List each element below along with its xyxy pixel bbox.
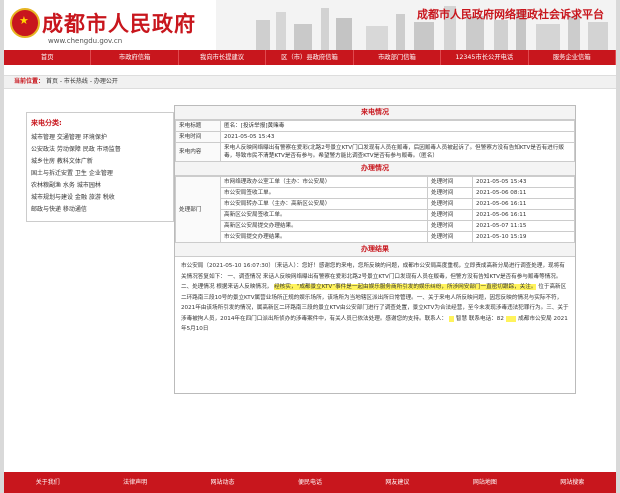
handling-step: 市公安局签收工单。 xyxy=(220,187,428,199)
call-info-table: 来电标题 匿名：[投诉举报]黄赌毒 来电时间 2021-05-05 15:43 … xyxy=(175,120,575,162)
handling-time: 2021-05-06 08:11 xyxy=(472,187,575,199)
dept-label: 处理部门 xyxy=(175,176,221,243)
handling-time-label: 处理时间 xyxy=(427,220,473,232)
site-url: www.chengdu.gov.cn xyxy=(48,37,123,45)
footer-legal[interactable]: 法律声明 xyxy=(91,472,178,493)
handling-heading: 办理情况 xyxy=(175,162,575,176)
footer-news[interactable]: 网站动态 xyxy=(179,472,266,493)
title-label: 来电标题 xyxy=(175,120,221,132)
nav-department-mailbox[interactable]: 市政部门信箱 xyxy=(354,50,442,65)
time-label: 来电时间 xyxy=(175,131,221,143)
handling-time-label: 处理时间 xyxy=(427,198,473,210)
result-heading: 办理结果 xyxy=(175,243,575,257)
contact-phone-redacted xyxy=(505,315,517,322)
handling-step: 市公安局提交办理结果。 xyxy=(220,231,428,243)
handling-time-label: 处理时间 xyxy=(427,231,473,243)
nav-mayor-suggestion[interactable]: 我向市长提建议 xyxy=(179,50,267,65)
nav-12345-hotline[interactable]: 12345市长公开电话 xyxy=(441,50,529,65)
title-value: 匿名：[投诉举报]黄赌毒 xyxy=(220,120,575,132)
category-row[interactable]: 农林粮副渔 水务 城市园林 xyxy=(31,180,169,192)
handling-step: 市公安局转办工单（主办：高新区公安局） xyxy=(220,198,428,210)
site-title[interactable]: 成都市人民政府 xyxy=(42,8,196,38)
call-info-heading: 来电情况 xyxy=(175,106,575,120)
footer-search[interactable]: 网站搜索 xyxy=(529,472,616,493)
handling-time-label: 处理时间 xyxy=(427,209,473,221)
handling-time: 2021-05-07 11:15 xyxy=(472,220,575,232)
sidebar-title: 来电分类: xyxy=(31,119,62,127)
handling-time: 2021-05-06 16:11 xyxy=(472,198,575,210)
nav-enterprise-mailbox[interactable]: 服务企业信箱 xyxy=(529,50,616,65)
site-footer: 关于我们 法律声明 网站动态 便民电话 网友建议 网站地图 网站搜索 xyxy=(4,472,616,493)
table-row: 来电内容 来电人反映网络曝出有警察在爱彩(北路2号景立KTV门口发现有人员在贩毒… xyxy=(175,142,575,162)
handling-step: 高新区公安局签收工单。 xyxy=(220,209,428,221)
category-row[interactable]: 城乡住房 教科文体广新 xyxy=(31,156,169,168)
contact-name-redacted xyxy=(448,315,455,322)
handling-table: 处理部门 市网络理政办公室工单（主办：市公安局） 处理时间 2021-05-05… xyxy=(175,176,575,243)
breadcrumb-path[interactable]: 首页 - 市长热线 - 办理公开 xyxy=(46,78,118,85)
handling-time: 2021-05-05 15:43 xyxy=(472,176,575,188)
handling-time-label: 处理时间 xyxy=(427,176,473,188)
category-row[interactable]: 城市管理 交通管理 环境保护 xyxy=(31,132,169,144)
content-value: 来电人反映网络曝出有警察在爱彩(北路2号景立KTV门口发现有人员在贩毒，后因贩毒… xyxy=(220,142,575,162)
footer-feedback[interactable]: 网友建议 xyxy=(354,472,441,493)
result-body: 市公安局（2021-05-10 16:07:30）（来话人）：您好！感谢您的来电… xyxy=(175,257,575,393)
table-row: 市公安局转办工单（主办：高新区公安局） 处理时间 2021-05-06 16:1… xyxy=(176,198,575,210)
time-value: 2021-05-05 15:43 xyxy=(220,131,575,143)
category-row[interactable]: 城市规划与建设 金融 旅游 税收 xyxy=(31,192,169,204)
breadcrumb-label: 当前位置： xyxy=(14,78,45,85)
handling-time: 2021-05-10 15:19 xyxy=(472,231,575,243)
category-row[interactable]: 国土与拆迁安置 卫生 企业管理 xyxy=(31,168,169,180)
content-label: 来电内容 xyxy=(175,142,221,162)
table-row: 处理部门 市网络理政办公室工单（主办：市公安局） 处理时间 2021-05-05… xyxy=(175,176,575,243)
table-row: 高新区公安局提交办理结果。 处理时间 2021-05-07 11:15 xyxy=(176,220,575,232)
handling-step: 高新区公安局提交办理结果。 xyxy=(220,220,428,232)
table-row: 来电时间 2021-05-05 15:43 xyxy=(175,131,575,143)
main-nav: 首页 市政府信箱 我向市长提建议 区（市）县政府信箱 市政部门信箱 12345市… xyxy=(4,50,616,65)
result-contact: 智慧 联系电话：82 xyxy=(455,315,504,322)
footer-phone[interactable]: 便民电话 xyxy=(266,472,353,493)
breadcrumb: 当前位置： 首页 - 市长热线 - 办理公开 xyxy=(4,75,616,89)
handling-step: 市网络理政办公室工单（主办：市公安局） xyxy=(220,176,428,188)
category-sidebar: 来电分类: 城市管理 交通管理 环境保护 公安政法 劳动保障 民政 市场监督 城… xyxy=(26,112,174,222)
table-row: 市公安局签收工单。 处理时间 2021-05-06 08:11 xyxy=(176,187,575,199)
nav-home[interactable]: 首页 xyxy=(4,50,92,65)
handling-time-label: 处理时间 xyxy=(427,187,473,199)
national-emblem-icon xyxy=(10,8,40,38)
case-detail: 来电情况 来电标题 匿名：[投诉举报]黄赌毒 来电时间 2021-05-05 1… xyxy=(174,105,576,394)
footer-sitemap[interactable]: 网站地图 xyxy=(441,472,528,493)
footer-about[interactable]: 关于我们 xyxy=(4,472,91,493)
site-header: 成都市人民政府 www.chengdu.gov.cn 成都市人民政府网络理政社会… xyxy=(4,0,616,50)
nav-district-mailbox[interactable]: 区（市）县政府信箱 xyxy=(266,50,354,65)
page: 成都市人民政府 www.chengdu.gov.cn 成都市人民政府网络理政社会… xyxy=(4,0,616,493)
category-row[interactable]: 邮政与快递 移动通信 xyxy=(31,204,169,216)
table-row: 来电标题 匿名：[投诉举报]黄赌毒 xyxy=(175,120,575,132)
table-row: 高新区公安局签收工单。 处理时间 2021-05-06 16:11 xyxy=(176,209,575,221)
nav-city-mailbox[interactable]: 市政府信箱 xyxy=(91,50,179,65)
table-row: 市公安局提交办理结果。 处理时间 2021-05-10 15:19 xyxy=(176,231,575,243)
handling-time: 2021-05-06 16:11 xyxy=(472,209,575,221)
platform-title: 成都市人民政府网络理政社会诉求平台 xyxy=(417,8,604,21)
category-row[interactable]: 公安政法 劳动保障 民政 市场监督 xyxy=(31,144,169,156)
result-highlight: 经核实，“成都景立KTV”事件是一起由娱乐服务商所引发的娱乐纠纷，所涉网安部门一… xyxy=(274,284,537,290)
